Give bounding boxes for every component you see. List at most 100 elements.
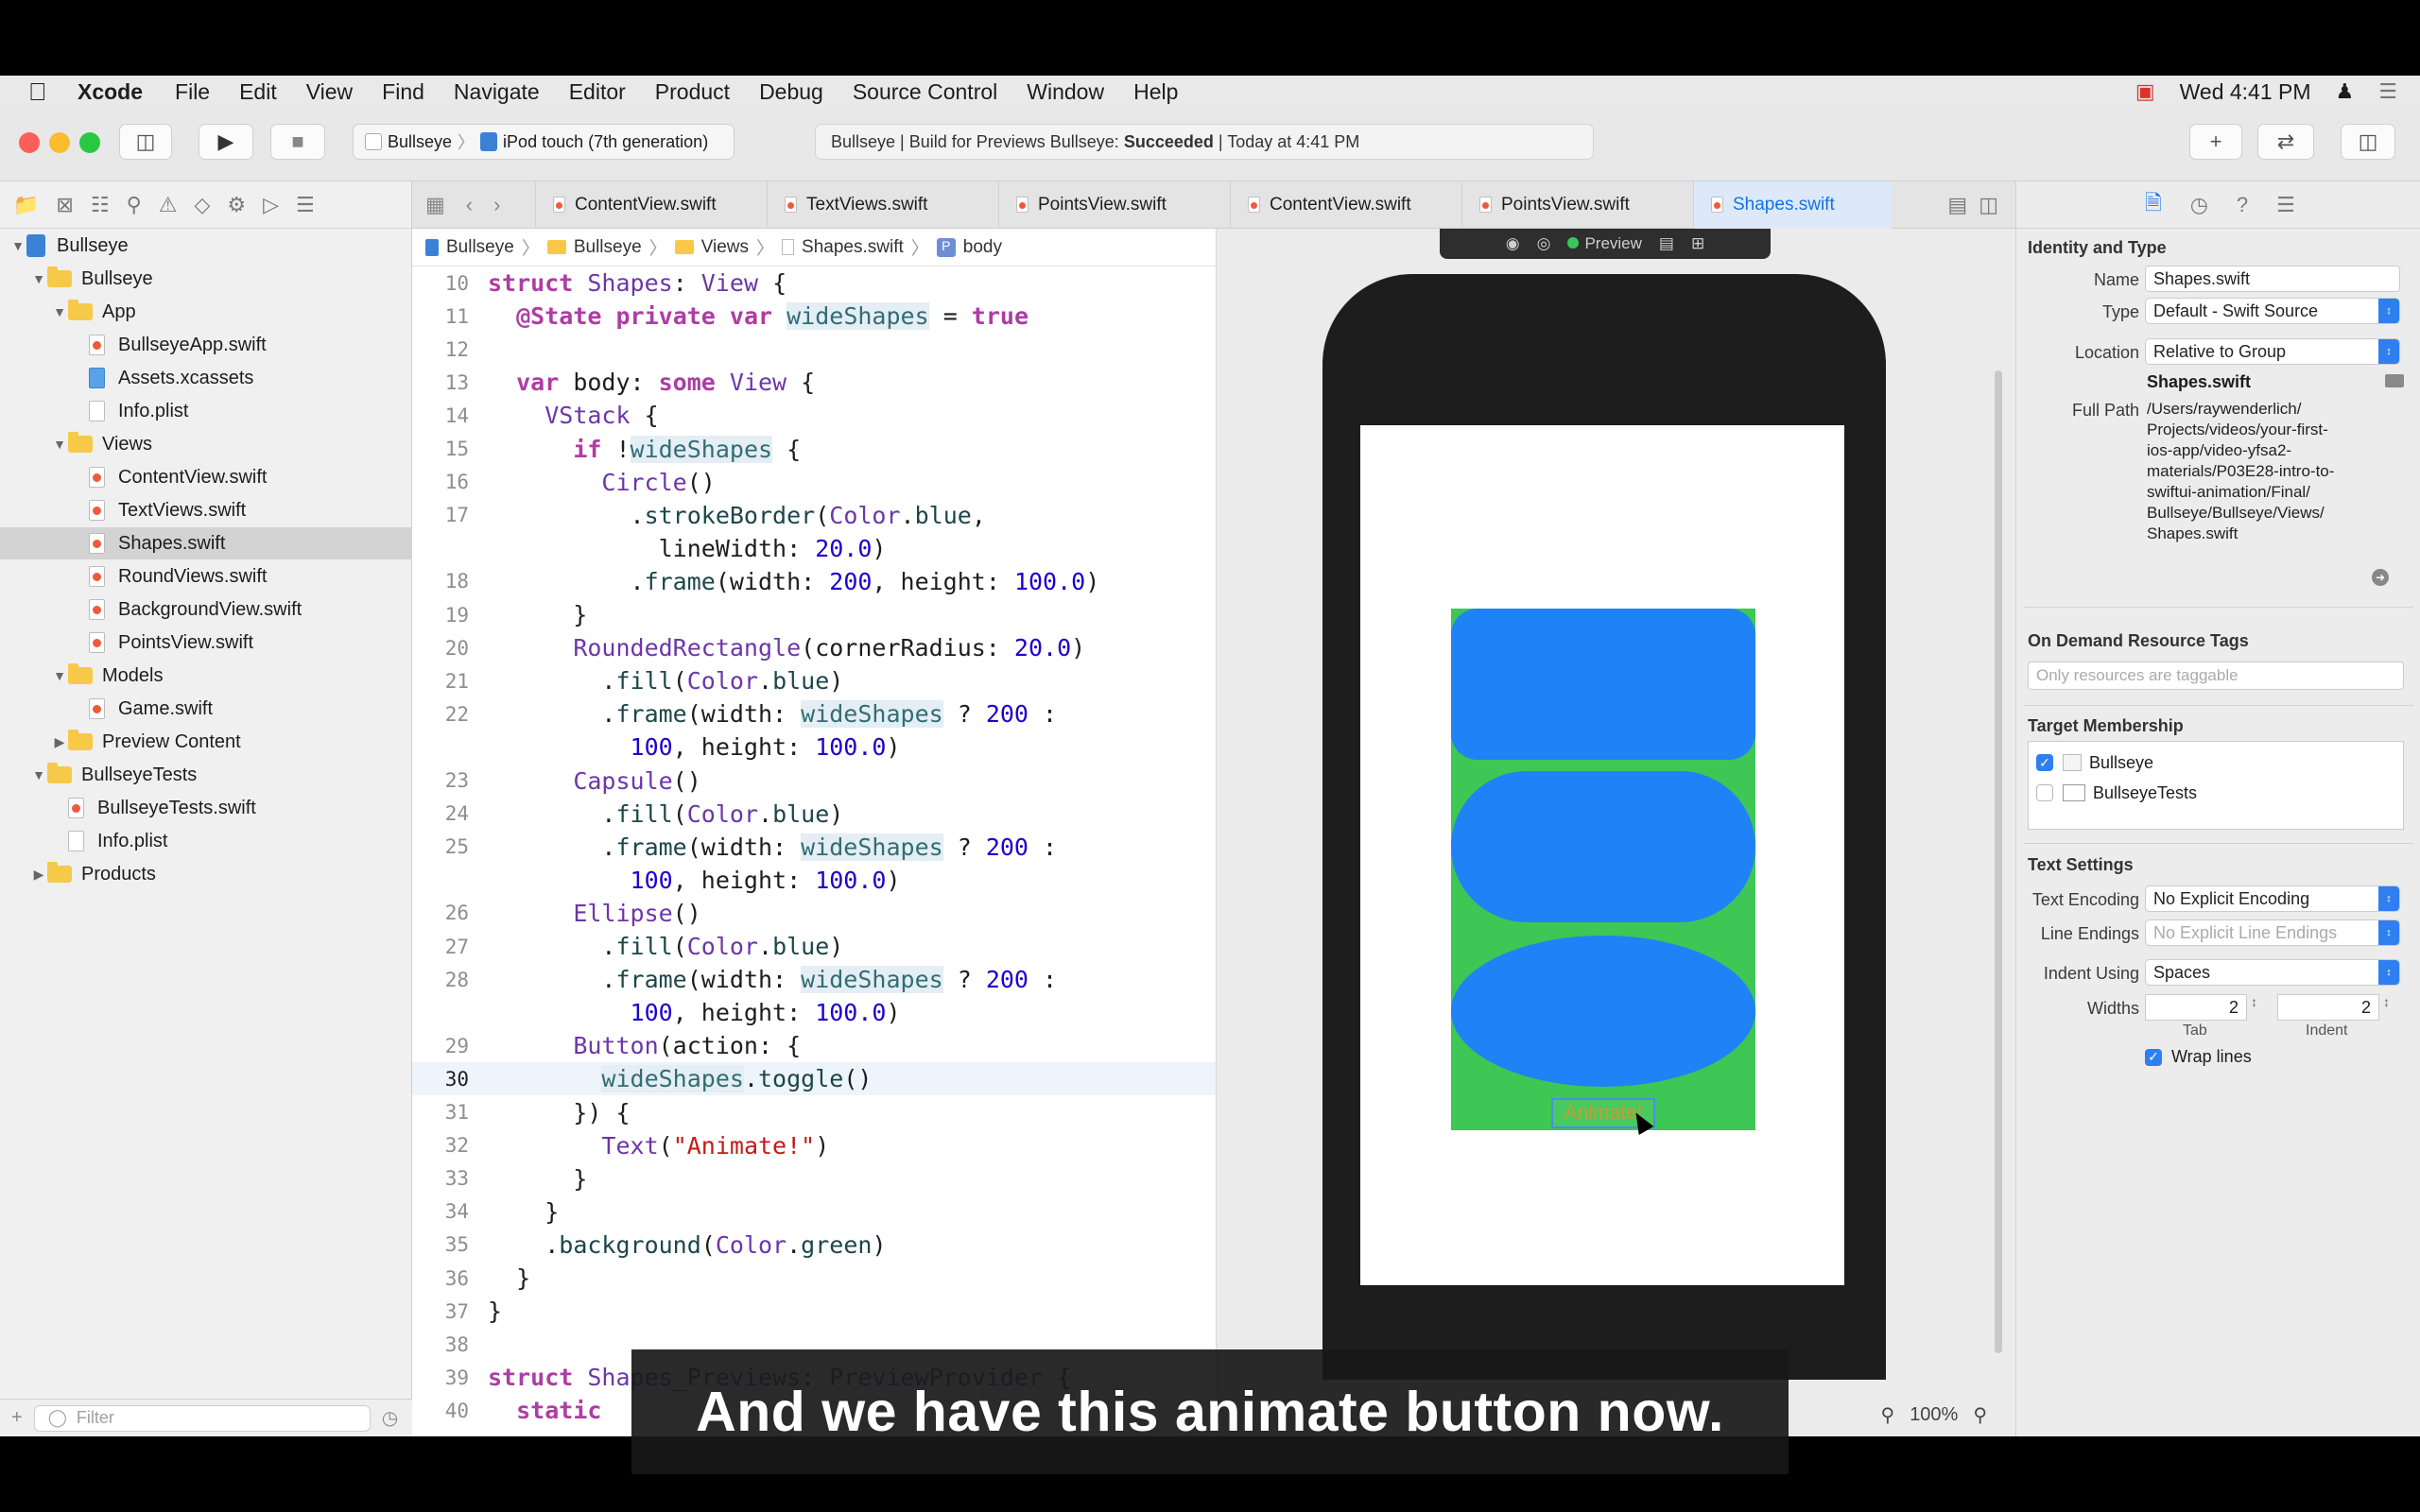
menu-navigate[interactable]: Navigate xyxy=(454,79,540,105)
code-line[interactable]: 18 .frame(width: 200, height: 100.0) xyxy=(412,565,1216,598)
navigator-item[interactable]: ▼ Bullseye xyxy=(0,230,412,262)
recent-files-icon[interactable]: ◷ xyxy=(382,1406,398,1430)
code-line[interactable]: 32 Text("Animate!") xyxy=(412,1129,1216,1162)
location-popup[interactable]: Relative to Group ↕ xyxy=(2145,338,2400,365)
navigator-item[interactable]: BullseyeApp.swift xyxy=(0,329,412,361)
disclosure-open-icon[interactable]: ▼ xyxy=(30,271,47,286)
code-line[interactable]: 34 } xyxy=(412,1195,1216,1228)
source-editor[interactable]: 10 struct Shapes: View {11 @State private… xyxy=(412,266,1216,1436)
breakpoint-icon[interactable]: ▷ xyxy=(263,193,279,217)
code-line[interactable]: 15 if !wideShapes { xyxy=(412,433,1216,466)
encoding-popup[interactable]: No Explicit Encoding ↕ xyxy=(2145,885,2400,912)
code-line[interactable]: 21 .fill(Color.blue) xyxy=(412,664,1216,697)
source-control-icon[interactable]: ⊠ xyxy=(56,193,73,217)
library-plus-button[interactable]: + xyxy=(2189,124,2242,160)
code-line[interactable]: 23 Capsule() xyxy=(412,765,1216,798)
disclosure-open-icon[interactable]: ▼ xyxy=(30,767,47,782)
code-line[interactable]: 11 @State private var wideShapes = true xyxy=(412,300,1216,333)
navigator-item[interactable]: Shapes.swift xyxy=(0,527,412,559)
close-window-button[interactable] xyxy=(19,132,40,153)
inspect-preview-icon[interactable]: ◎ xyxy=(1537,234,1551,253)
navigator-item[interactable]: BullseyeTests.swift xyxy=(0,792,412,824)
filter-field[interactable]: ◯ Filter xyxy=(33,1404,371,1432)
file-inspector-icon[interactable]: 🗎 xyxy=(2145,187,2162,223)
code-line[interactable]: lineWidth: 20.0) xyxy=(412,532,1216,565)
debug-icon[interactable]: ⚙ xyxy=(227,193,246,217)
user-icon[interactable]: ♟ xyxy=(2336,79,2355,104)
code-line[interactable]: 30 wideShapes.toggle() xyxy=(412,1062,1216,1096)
jump-views[interactable]: Views xyxy=(701,237,749,258)
menu-window[interactable]: Window xyxy=(1027,79,1104,105)
navigator-item[interactable]: ▼ BullseyeTests xyxy=(0,759,412,791)
history-inspector-icon[interactable]: ◷ xyxy=(2190,193,2208,217)
live-preview-icon[interactable]: ◉ xyxy=(1506,234,1520,253)
add-icon[interactable]: + xyxy=(11,1407,23,1429)
code-line[interactable]: 14 VStack { xyxy=(412,399,1216,432)
code-line[interactable]: 27 .fill(Color.blue) xyxy=(412,930,1216,963)
editor-tab[interactable]: ContentView.swift xyxy=(1230,180,1461,229)
related-items-icon[interactable]: ▦ xyxy=(425,193,445,217)
indent-width-field[interactable]: 2 xyxy=(2277,994,2379,1021)
code-line[interactable]: 26 Ellipse() xyxy=(412,897,1216,930)
menu-edit[interactable]: Edit xyxy=(239,79,277,105)
code-line[interactable]: 31 }) { xyxy=(412,1096,1216,1129)
help-inspector-icon[interactable]: ? xyxy=(2237,193,2248,217)
navigator-item[interactable]: ▶ Products xyxy=(0,858,412,890)
target-checkbox-unchecked[interactable] xyxy=(2036,784,2053,801)
navigator-item[interactable]: Info.plist xyxy=(0,395,412,427)
menu-file[interactable]: File xyxy=(175,79,210,105)
code-line[interactable]: 12 xyxy=(412,333,1216,366)
code-line[interactable]: 16 Circle() xyxy=(412,466,1216,499)
report-icon[interactable]: ☰ xyxy=(296,193,315,217)
editor-tab[interactable]: ContentView.swift xyxy=(535,180,767,229)
tab-width-field[interactable]: 2 xyxy=(2145,994,2247,1021)
code-line[interactable]: 100, height: 100.0) xyxy=(412,996,1216,1029)
folder-icon[interactable] xyxy=(2385,374,2404,387)
disclosure-open-icon[interactable]: ▼ xyxy=(9,238,26,253)
code-line[interactable]: 25 .frame(width: wideShapes ? 200 : xyxy=(412,831,1216,864)
code-line[interactable]: 10 struct Shapes: View { xyxy=(412,266,1216,300)
navigator-item[interactable]: Assets.xcassets xyxy=(0,362,412,394)
menu-view[interactable]: View xyxy=(306,79,353,105)
odr-tags-field[interactable]: Only resources are taggable xyxy=(2028,662,2404,690)
wrap-lines-option[interactable]: ✓ Wrap lines xyxy=(2145,1047,2252,1067)
attributes-inspector-icon[interactable]: ☰ xyxy=(2276,193,2295,217)
device-settings-icon[interactable]: ▤ xyxy=(1659,234,1674,253)
stop-button[interactable]: ■ xyxy=(270,124,325,160)
screen-record-icon[interactable]: ▣ xyxy=(2135,79,2155,104)
folder-icon[interactable]: 📁 xyxy=(13,193,39,217)
code-review-button[interactable]: ⇄ xyxy=(2257,124,2314,160)
navigator-item[interactable]: BackgroundView.swift xyxy=(0,593,412,626)
run-button[interactable]: ▶ xyxy=(199,124,253,160)
line-endings-popup[interactable]: No Explicit Line Endings ↕ xyxy=(2145,919,2400,946)
editor-tab[interactable]: Shapes.swift xyxy=(1693,180,1892,229)
code-line[interactable]: 20 RoundedRectangle(cornerRadius: 20.0) xyxy=(412,631,1216,664)
editor-tab[interactable]: TextViews.swift xyxy=(767,180,998,229)
editor-tab[interactable]: PointsView.swift xyxy=(1461,180,1693,229)
navigator-item[interactable]: ▼ Bullseye xyxy=(0,263,412,295)
menu-editor[interactable]: Editor xyxy=(569,79,626,105)
editor-options-icon[interactable]: ▤ xyxy=(1947,193,1967,217)
code-line[interactable]: 24 .fill(Color.blue) xyxy=(412,798,1216,831)
navigator-item[interactable]: PointsView.swift xyxy=(0,627,412,659)
warning-icon[interactable]: ⚠ xyxy=(159,193,178,217)
search-icon[interactable]: ⚲ xyxy=(127,193,142,217)
navigator-item[interactable]: ▼ Views xyxy=(0,428,412,460)
navigator-item[interactable]: RoundViews.swift xyxy=(0,560,412,593)
navigator-item[interactable]: Game.swift xyxy=(0,693,412,725)
code-line[interactable]: 100, height: 100.0) xyxy=(412,864,1216,897)
menu-help[interactable]: Help xyxy=(1133,79,1178,105)
canvas-vertical-scrollbar[interactable] xyxy=(1995,370,2002,1353)
minimize-window-button[interactable] xyxy=(49,132,70,153)
navigator-item[interactable]: ContentView.swift xyxy=(0,461,412,493)
disclosure-open-icon[interactable]: ▼ xyxy=(51,437,68,452)
control-center-icon[interactable]: ☰ xyxy=(2378,79,2397,104)
symbol-icon[interactable]: ☷ xyxy=(91,193,110,217)
zoom-in-icon[interactable]: ⚲ xyxy=(1973,1403,1987,1427)
navigator-item[interactable]: TextViews.swift xyxy=(0,494,412,526)
code-line[interactable]: 33 } xyxy=(412,1162,1216,1195)
wrap-lines-checkbox[interactable]: ✓ xyxy=(2145,1048,2162,1066)
indent-width-stepper[interactable]: ↕ xyxy=(2383,994,2390,1009)
disclosure-closed-icon[interactable]: ▶ xyxy=(30,867,47,883)
tab-width-stepper[interactable]: ↕ xyxy=(2251,994,2257,1009)
